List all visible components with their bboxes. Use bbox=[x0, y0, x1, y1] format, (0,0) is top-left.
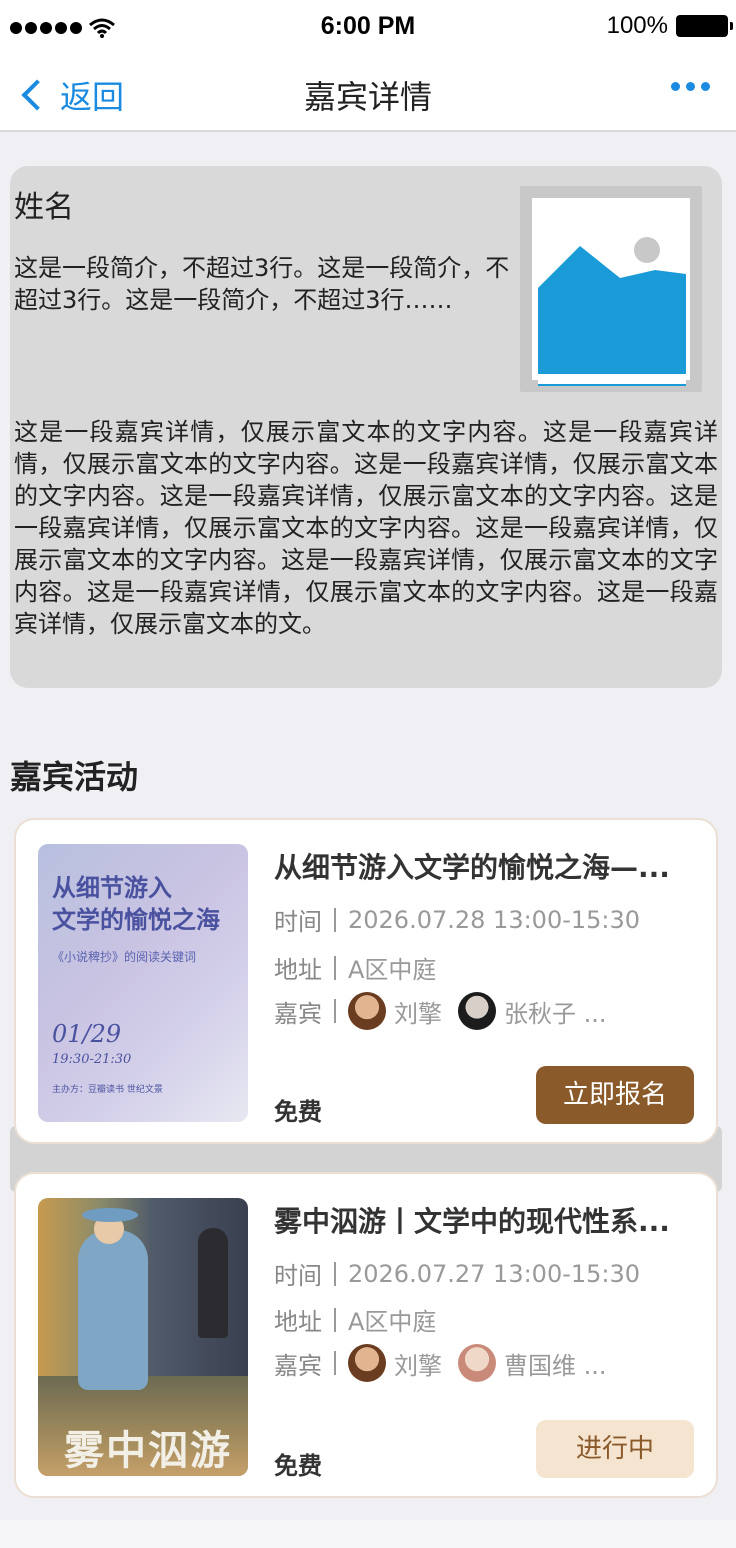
address-value: A区中庭 bbox=[348, 956, 437, 984]
guest-detail-text: 这是一段嘉宾详情，仅展示富文本的文字内容。这是一段嘉宾详情，仅展示富文本的文字内… bbox=[14, 418, 718, 638]
time-label: 时间 bbox=[274, 1262, 322, 1290]
more-dots-icon bbox=[671, 82, 680, 91]
activity-address-row: 地址 A区中庭 bbox=[274, 950, 436, 985]
guest-name-chip: 曹国维 ... bbox=[504, 1351, 607, 1380]
avatar bbox=[458, 1344, 496, 1382]
cover-organizer: 主办方：豆瓣读书 世纪文景 bbox=[52, 1085, 163, 1095]
bottom-safe-area bbox=[0, 1520, 736, 1548]
cover-title-line: 文学的愉悦之海 bbox=[52, 905, 220, 934]
time-value: 2026.07.27 13:00-15:30 bbox=[348, 1259, 641, 1288]
guest-info-card: 姓名 这是一段简介，不超过3行。这是一段简介，不超过3行。这是一段简介，不超过3… bbox=[10, 166, 722, 688]
cover-figure bbox=[78, 1230, 148, 1390]
navigation-bar: 返回 嘉宾详情 bbox=[0, 54, 736, 132]
more-dots-icon-dot bbox=[686, 82, 695, 91]
guest-name: 姓名 bbox=[14, 190, 74, 225]
status-bar: 6:00 PM 100% bbox=[0, 0, 736, 54]
activity-price: 免费 bbox=[274, 1452, 322, 1480]
activity-title: 雾中泅游丨文学中的现代性系... bbox=[274, 1205, 670, 1238]
battery-percentage: 100% bbox=[606, 12, 668, 39]
chevron-left-icon bbox=[21, 79, 53, 111]
address-label: 地址 bbox=[274, 956, 322, 984]
separator bbox=[334, 907, 336, 932]
activity-cover-image: 从细节游入 文学的愉悦之海 《小说稗抄》的阅读关键词 01/29 19:30-2… bbox=[38, 844, 248, 1122]
guest-name-chip: 刘擎 bbox=[394, 999, 442, 1028]
battery-indicator: 100% bbox=[606, 12, 733, 40]
separator bbox=[334, 1307, 336, 1332]
guest-chip: 张秋子 ... bbox=[458, 992, 607, 1030]
avatar bbox=[348, 1344, 386, 1382]
guest-chip: 刘擎 bbox=[348, 1344, 442, 1382]
address-label: 地址 bbox=[274, 1308, 322, 1336]
section-title-activities: 嘉宾活动 bbox=[10, 758, 139, 796]
separator bbox=[334, 999, 336, 1023]
separator bbox=[334, 1261, 336, 1286]
cover-figure-shadow bbox=[198, 1228, 228, 1338]
cover-title-line: 从细节游入 bbox=[52, 873, 172, 902]
guests-label: 嘉宾 bbox=[274, 999, 322, 1028]
guest-name-chip: 刘擎 bbox=[394, 1351, 442, 1380]
activity-guests-row: 嘉宾 刘擎 张秋子 ... bbox=[274, 992, 623, 1030]
back-label: 返回 bbox=[60, 78, 125, 116]
time-value: 2026.07.28 13:00-15:30 bbox=[348, 905, 641, 934]
activity-card[interactable]: 雾中泅游 雾中泅游丨文学中的现代性系... 时间 2026.07.27 13:0… bbox=[14, 1172, 718, 1498]
guest-chip: 曹国维 ... bbox=[458, 1344, 607, 1382]
activity-time-row: 时间 2026.07.28 13:00-15:30 bbox=[274, 902, 640, 937]
activity-guests-row: 嘉宾 刘擎 曹国维 ... bbox=[274, 1344, 623, 1382]
avatar bbox=[348, 992, 386, 1030]
battery-icon bbox=[676, 15, 733, 37]
more-options-button[interactable] bbox=[665, 82, 710, 91]
activity-address-row: 地址 A区中庭 bbox=[274, 1302, 436, 1337]
separator bbox=[334, 1351, 336, 1375]
activity-card[interactable]: 从细节游入 文学的愉悦之海 《小说稗抄》的阅读关键词 01/29 19:30-2… bbox=[14, 818, 718, 1144]
register-button[interactable]: 立即报名 bbox=[536, 1066, 694, 1124]
cover-subtitle: 《小说稗抄》的阅读关键词 bbox=[52, 950, 197, 964]
guest-photo bbox=[520, 186, 702, 392]
separator bbox=[334, 955, 336, 980]
activity-title: 从细节游入文学的愉悦之海—... bbox=[274, 851, 670, 884]
more-dots-icon-dot bbox=[701, 82, 710, 91]
activity-cover-image: 雾中泅游 bbox=[38, 1198, 248, 1476]
activity-price: 免费 bbox=[274, 1098, 322, 1126]
image-placeholder-icon bbox=[538, 237, 686, 386]
cover-time: 19:30-21:30 bbox=[52, 1052, 132, 1067]
cover-title: 雾中泅游 bbox=[64, 1427, 232, 1474]
cover-figure-hat bbox=[82, 1208, 138, 1222]
avatar bbox=[458, 992, 496, 1030]
cover-title: 从细节游入 文学的愉悦之海 bbox=[52, 872, 220, 936]
back-button[interactable]: 返回 bbox=[18, 72, 124, 118]
in-progress-button[interactable]: 进行中 bbox=[536, 1420, 694, 1478]
guest-chip: 刘擎 bbox=[348, 992, 442, 1030]
guest-brief: 这是一段简介，不超过3行。这是一段简介，不超过3行。这是一段简介，不超过3行…… bbox=[14, 254, 510, 314]
cover-date: 01/29 bbox=[52, 1020, 122, 1048]
guests-label: 嘉宾 bbox=[274, 1351, 322, 1380]
address-value: A区中庭 bbox=[348, 1308, 437, 1336]
time-label: 时间 bbox=[274, 908, 322, 936]
activity-time-row: 时间 2026.07.27 13:00-15:30 bbox=[274, 1256, 640, 1291]
guest-name-chip: 张秋子 ... bbox=[504, 999, 607, 1028]
